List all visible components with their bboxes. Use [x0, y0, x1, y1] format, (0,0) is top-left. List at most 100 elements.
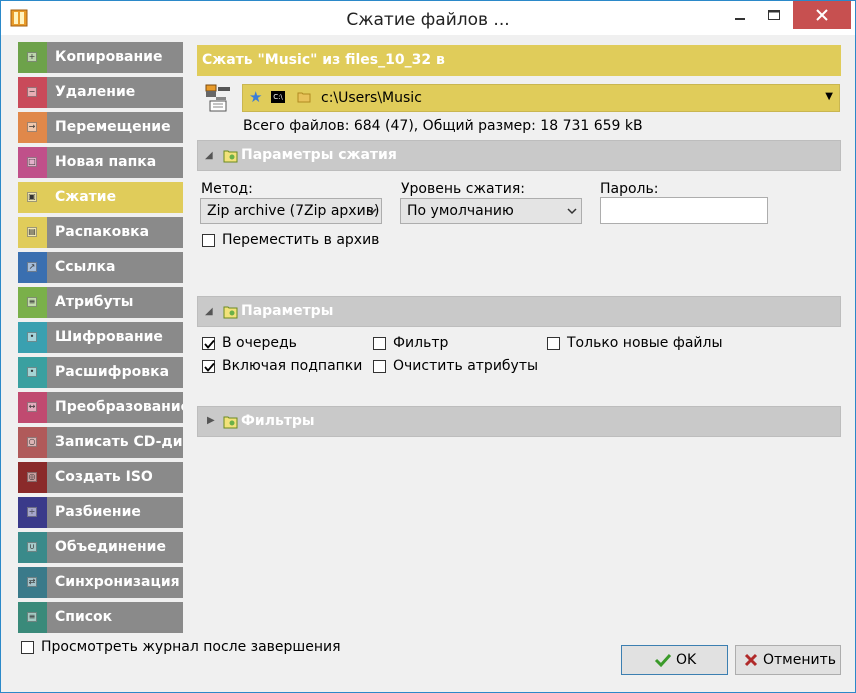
chevron-down-icon[interactable]: ◢	[205, 306, 213, 317]
operation-glyph-icon: □	[27, 157, 37, 167]
operation-glyph-icon: ≡	[27, 612, 37, 622]
checkbox-box[interactable]	[21, 641, 34, 654]
checkmark-icon	[204, 339, 215, 349]
section-title: Параметры	[241, 303, 334, 319]
file-summary: Всего файлов: 684 (47), Общий размер: 18…	[243, 118, 643, 134]
section-title: Фильтры	[241, 413, 315, 429]
chevron-down-icon[interactable]: ◢	[205, 150, 213, 161]
sidebar-item[interactable]: ⇄ Синхронизация	[18, 567, 183, 598]
sidebar-item-label: Перемещение	[47, 112, 183, 143]
checkbox-box[interactable]	[202, 234, 215, 247]
sidebar-item[interactable]: → Перемещение	[18, 112, 183, 143]
operation-glyph-icon: ↔	[27, 402, 37, 412]
close-button[interactable]	[793, 1, 851, 29]
sidebar-item-label: Расшифровка	[47, 357, 183, 388]
minimize-icon	[735, 18, 745, 20]
minimize-button[interactable]	[723, 1, 757, 29]
folder-icon[interactable]	[297, 90, 311, 104]
chevron-right-icon[interactable]: ▶	[207, 415, 215, 426]
sidebar-item[interactable]: − Удаление	[18, 77, 183, 108]
sidebar-item-label: Удаление	[47, 77, 183, 108]
operations-sidebar: + Копирование − Удаление → Перемещение □ Новая …	[14, 42, 186, 634]
operation-icon: •	[18, 357, 47, 388]
operation-header: Сжать "Music" из files_10_32 в	[197, 45, 841, 76]
filter-checkbox[interactable]: Фильтр	[373, 335, 493, 354]
operation-icon: ÷	[18, 497, 47, 528]
password-label: Пароль:	[600, 181, 659, 197]
favorite-star-icon[interactable]: ★	[249, 88, 262, 106]
checkmark-icon	[204, 362, 215, 372]
ok-button[interactable]: OK	[621, 645, 728, 675]
operation-icon: ↔	[18, 392, 47, 423]
folder-settings-icon	[223, 306, 238, 319]
sidebar-item[interactable]: ∪ Объединение	[18, 532, 183, 563]
clear-attributes-checkbox[interactable]: Очистить атрибуты	[373, 358, 543, 377]
operation-glyph-icon: ↗	[27, 262, 37, 272]
maximize-button[interactable]	[757, 1, 791, 29]
chevron-down-icon[interactable]: ▼	[825, 91, 833, 102]
destination-path-combo[interactable]: ★ C:\ c:\Users\Music ▼	[242, 84, 840, 112]
sidebar-item[interactable]: ↔ Преобразование	[18, 392, 183, 423]
operation-icon: ↗	[18, 252, 47, 283]
sidebar-item[interactable]: + Копирование	[18, 42, 183, 73]
check-icon	[654, 653, 672, 668]
checkbox-box[interactable]	[202, 360, 215, 373]
sidebar-item-label: Записать CD-ди...	[47, 427, 183, 458]
operation-glyph-icon: ⇄	[27, 577, 37, 587]
sidebar-item[interactable]: • Расшифровка	[18, 357, 183, 388]
sidebar-item[interactable]: ≡ Список	[18, 602, 183, 633]
checkbox-label: В очередь	[222, 335, 297, 351]
sidebar-item[interactable]: ≡ Атрибуты	[18, 287, 183, 318]
sidebar-item[interactable]: ○ Записать CD-ди...	[18, 427, 183, 458]
sidebar-item-label: Разбиение	[47, 497, 183, 528]
compression-level-select[interactable]: По умолчанию	[400, 198, 582, 224]
queue-checkbox[interactable]: В очередь	[202, 335, 352, 354]
params-section[interactable]: ◢ Параметры	[197, 296, 841, 327]
sidebar-item[interactable]: ÷ Разбиение	[18, 497, 183, 528]
operation-glyph-icon: →	[27, 122, 37, 132]
password-input[interactable]	[600, 197, 768, 224]
sidebar-item[interactable]: ◎ Создать ISO	[18, 462, 183, 493]
dialog-window: Сжатие файлов ... + Копирование − Удаление →…	[0, 0, 856, 693]
checkbox-box[interactable]	[202, 337, 215, 350]
compression-params-section[interactable]: ◢ Параметры сжатия	[197, 140, 841, 171]
destination-path: c:\Users\Music	[321, 90, 422, 106]
only-new-files-checkbox[interactable]: Только новые файлы	[547, 335, 727, 354]
sidebar-item[interactable]: ▤ Распаковка	[18, 217, 183, 248]
sidebar-item-label: Сжатие	[47, 182, 183, 213]
operation-icon: ○	[18, 427, 47, 458]
move-to-archive-checkbox[interactable]: Переместить в архив	[202, 232, 402, 251]
operation-glyph-icon: ≡	[27, 297, 37, 307]
cancel-button[interactable]: Отменить	[735, 645, 841, 675]
view-log-checkbox[interactable]: Просмотреть журнал после завершения	[21, 639, 341, 658]
operation-icon: □	[18, 147, 47, 178]
sidebar-item[interactable]: • Шифрование	[18, 322, 183, 353]
operation-icon: ⇄	[18, 567, 47, 598]
operation-glyph-icon: +	[27, 52, 37, 62]
checkbox-box[interactable]	[547, 337, 560, 350]
operation-icon: •	[18, 322, 47, 353]
operation-glyph-icon: ○	[27, 437, 37, 447]
checkbox-box[interactable]	[373, 360, 386, 373]
checkbox-label: Очистить атрибуты	[393, 358, 539, 374]
title-bar: Сжатие файлов ...	[1, 1, 855, 35]
checkbox-box[interactable]	[373, 337, 386, 350]
maximize-icon	[768, 10, 780, 20]
level-label: Уровень сжатия:	[401, 181, 525, 197]
filters-section[interactable]: ▶ Фильтры	[197, 406, 841, 437]
sidebar-item[interactable]: □ Новая папка	[18, 147, 183, 178]
checkbox-label: Переместить в архив	[222, 232, 380, 248]
command-prompt-icon[interactable]: C:\	[271, 91, 285, 103]
operation-icon: −	[18, 77, 47, 108]
operation-glyph-icon: ▣	[27, 192, 37, 202]
method-value: Zip archive (7Zip архив)	[207, 203, 380, 219]
operation-icon: ◎	[18, 462, 47, 493]
operation-glyph-icon: ▤	[27, 227, 37, 237]
sidebar-item-label: Преобразование	[47, 392, 183, 423]
sidebar-item[interactable]: ▣ Сжатие	[18, 182, 183, 213]
method-select[interactable]: Zip archive (7Zip архив)	[200, 198, 382, 224]
folder-settings-icon	[223, 416, 238, 429]
include-subfolders-checkbox[interactable]: Включая подпапки	[202, 358, 372, 377]
sidebar-item-label: Синхронизация	[47, 567, 183, 598]
sidebar-item[interactable]: ↗ Ссылка	[18, 252, 183, 283]
